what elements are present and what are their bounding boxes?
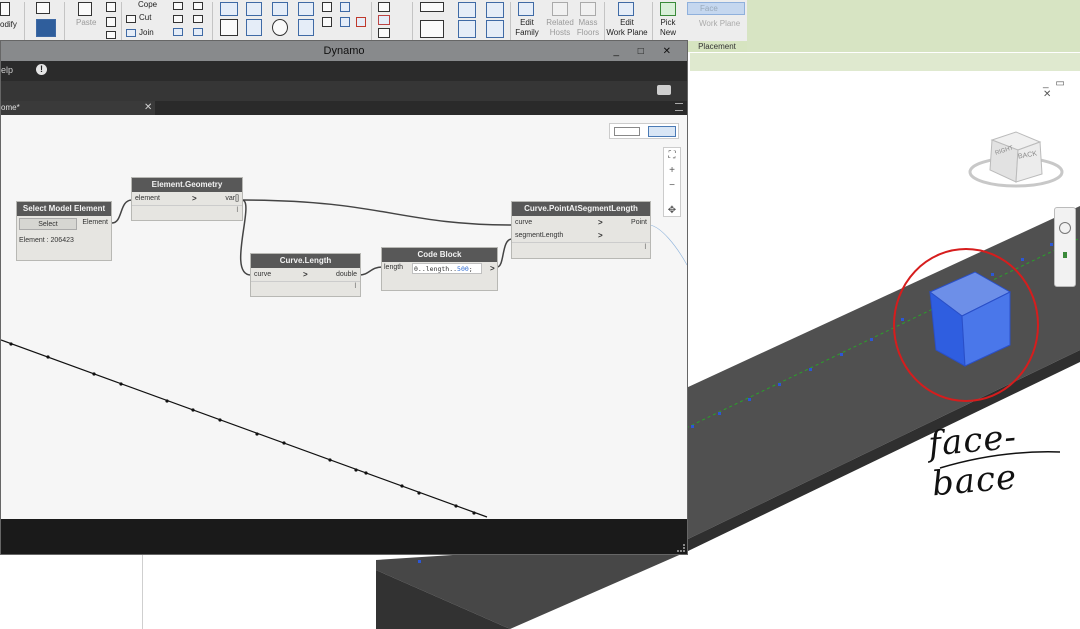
zoom-controls: ⛶ + − ✥ <box>663 147 681 217</box>
pan-icon[interactable]: ✥ <box>664 203 680 218</box>
wire-out-point <box>649 224 687 266</box>
port-input-segment-length[interactable]: segmentLength <box>515 232 563 239</box>
dynamo-menubar: elp ! <box>1 61 687 81</box>
code-step-number: 500 <box>457 265 469 273</box>
port-arrow: > <box>303 270 308 279</box>
node-footer: l <box>251 281 360 292</box>
tab-home[interactable]: ome* <box>1 101 155 115</box>
node-footer: l <box>512 242 650 253</box>
menu-help[interactable]: elp <box>1 65 13 75</box>
node-title[interactable]: Element.Geometry <box>132 178 242 192</box>
port-arrow: > <box>192 194 197 203</box>
node-title[interactable]: Select Model Element <box>17 202 111 216</box>
dynamo-window[interactable]: Dynamo _ □ ✕ elp ! ome* ✕ ⛶ + − ✥ Select… <box>0 40 688 555</box>
dynamo-title: Dynamo <box>323 45 365 57</box>
port-input-curve[interactable]: curve <box>515 219 532 226</box>
view-mode-toggle[interactable] <box>609 123 679 139</box>
zoom-region-icon[interactable] <box>1063 252 1067 258</box>
wire-length-to-codeblock <box>359 266 383 276</box>
port-row: curve > double <box>251 268 360 281</box>
workspace-tabs: ome* ✕ <box>1 101 687 115</box>
code-terminator: ; <box>468 265 473 273</box>
workspace-canvas[interactable]: ⛶ + − ✥ Select Model Element Select Elem… <box>1 115 687 519</box>
select-button[interactable]: Select <box>19 218 77 230</box>
node-title[interactable]: Code Block <box>382 248 497 262</box>
port-input-element[interactable]: element <box>135 195 160 202</box>
preview-pin[interactable]: l <box>644 244 646 251</box>
wire-codeblock-to-pointatsegment <box>496 238 513 268</box>
node-curve-point-at-segment-length[interactable]: Curve.PointAtSegmentLength curve > Point… <box>511 201 651 259</box>
code-range: 0..length.. <box>414 265 458 273</box>
port-arrow[interactable]: > <box>490 264 495 273</box>
node-curve-length[interactable]: Curve.Length curve > double l <box>250 253 361 297</box>
graph-view-icon[interactable] <box>648 126 676 137</box>
port-output-element[interactable]: Element <box>82 219 108 226</box>
navigation-bar[interactable] <box>1054 207 1076 287</box>
preview-pin[interactable]: l <box>354 283 356 290</box>
tab-menu-icon[interactable] <box>675 103 683 111</box>
camera-icon[interactable] <box>657 85 671 95</box>
dynamo-status-bar <box>1 519 687 554</box>
port-input-curve[interactable]: curve <box>254 271 271 278</box>
port-arrow: > <box>598 231 603 240</box>
steering-wheel-icon[interactable] <box>1059 222 1071 234</box>
resize-grip-icon[interactable] <box>677 544 685 552</box>
node-footer: l <box>132 205 242 216</box>
port-row: segmentLength > <box>512 229 650 242</box>
zoom-in-icon[interactable]: + <box>664 163 680 178</box>
port-input-length[interactable]: length <box>384 264 403 271</box>
handwritten-annotation: face-bace <box>926 416 1019 505</box>
screen: odify Paste Cope Cut Join Edit Family Re… <box>0 0 1080 629</box>
node-element-geometry[interactable]: Element.Geometry element > var[] l <box>131 177 243 221</box>
port-output-var[interactable]: var[] <box>225 192 239 205</box>
zoom-out-icon[interactable]: − <box>664 178 680 193</box>
port-arrow: > <box>598 218 603 227</box>
zoom-fit-icon[interactable]: ⛶ <box>664 148 680 163</box>
port-output-double[interactable]: double <box>336 268 357 281</box>
wire-geometry-to-pointatsegment <box>241 199 513 226</box>
notification-info-icon[interactable]: ! <box>36 64 47 75</box>
dynamo-window-controls[interactable]: _ □ ✕ <box>613 42 679 62</box>
code-editor[interactable]: 0..length..500; <box>412 263 482 274</box>
dynamo-toolbar <box>1 81 687 101</box>
port-output-point[interactable]: Point <box>631 216 647 229</box>
wire-element-to-geometry <box>111 199 133 224</box>
node-code-block[interactable]: Code Block length 0..length..500; > <box>381 247 498 291</box>
close-tab-icon[interactable]: ✕ <box>144 101 152 115</box>
node-title[interactable]: Curve.Length <box>251 254 360 268</box>
port-row: curve > Point <box>512 216 650 229</box>
curve-preview-line <box>1 339 488 518</box>
project-browser-stub <box>0 555 143 629</box>
preview-pin[interactable]: l <box>236 207 238 214</box>
port-row: element > var[] <box>132 192 242 205</box>
node-info-text: Element : 206423 <box>19 237 74 244</box>
node-select-model-element[interactable]: Select Model Element Select Element Elem… <box>16 201 112 261</box>
node-title[interactable]: Curve.PointAtSegmentLength <box>512 202 650 216</box>
background-preview-icon[interactable] <box>614 127 640 136</box>
wires-layer <box>1 199 687 518</box>
dynamo-titlebar[interactable]: Dynamo _ □ ✕ <box>1 41 687 61</box>
